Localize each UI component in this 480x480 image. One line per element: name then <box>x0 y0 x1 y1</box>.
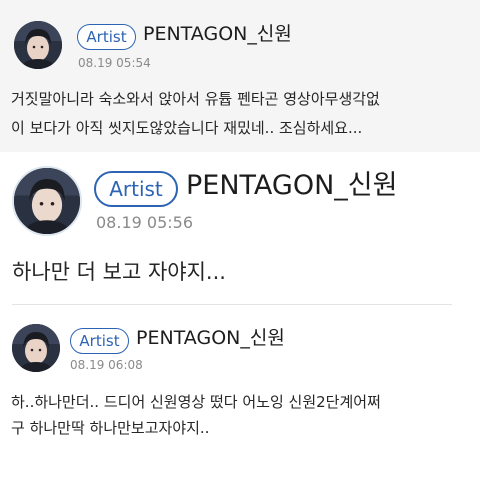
post-text-line: 이 보다가 아직 씻지도않았습니다 재밌네.. 조심하세요... <box>11 119 363 137</box>
post-card[interactable]: Artist PENTAGON_신원 08.19 05:56 하나만 더 보고 … <box>0 160 480 300</box>
post-timestamp: 08.19 05:56 <box>96 213 193 232</box>
post-text-line: 구 하나만딱 하나만보고자야지.. <box>11 419 210 437</box>
artist-badge: Artist <box>70 328 129 354</box>
post-text-line: 하나만 더 보고 자야지... <box>12 260 226 284</box>
artist-badge: Artist <box>77 24 136 50</box>
post-card[interactable]: Artist PENTAGON_신원 08.19 06:08 하..하나만더..… <box>0 308 480 480</box>
post-text-line: 거짓말아니라 숙소와서 앉아서 유튭 펜타곤 영상아무생각없 <box>11 90 380 108</box>
divider <box>12 304 452 305</box>
post-card[interactable]: Artist PENTAGON_신원 08.19 05:54 거짓말아니라 숙소… <box>0 0 480 152</box>
avatar[interactable] <box>12 324 60 372</box>
post-timestamp: 08.19 06:08 <box>70 358 143 372</box>
post-timestamp: 08.19 05:54 <box>78 56 151 70</box>
avatar[interactable] <box>14 21 62 69</box>
author-name[interactable]: PENTAGON_신원 <box>186 172 397 199</box>
artist-badge: Artist <box>94 171 178 207</box>
author-name[interactable]: PENTAGON_신원 <box>143 25 292 44</box>
profile-photo-icon <box>14 21 62 69</box>
post-text-line: 하..하나만더.. 드디어 신원영상 떴다 어노잉 신원2단계어쩌 <box>11 393 381 411</box>
profile-photo-icon <box>12 324 60 372</box>
profile-photo-icon <box>14 168 80 234</box>
author-name[interactable]: PENTAGON_신원 <box>136 329 285 348</box>
avatar[interactable] <box>12 166 82 236</box>
